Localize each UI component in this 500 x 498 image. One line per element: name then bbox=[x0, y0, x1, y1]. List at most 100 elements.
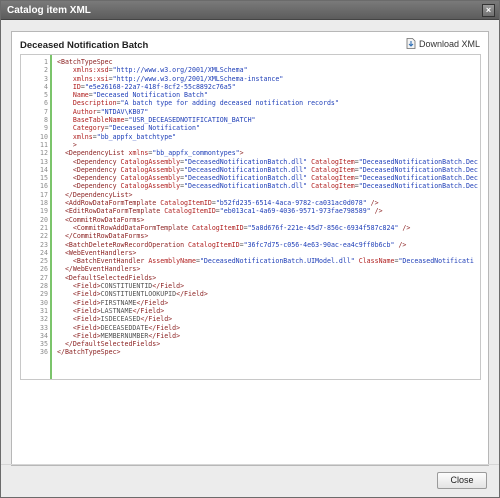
code-token: <Field> bbox=[57, 282, 101, 291]
line-number: 19 bbox=[40, 207, 48, 216]
code-token: CatalogItemID bbox=[160, 199, 212, 208]
line-number: 14 bbox=[40, 165, 48, 174]
code-line: 22 </CommitRowDataForms> bbox=[21, 232, 480, 240]
line-number: 7 bbox=[44, 107, 48, 116]
code-text: xmlns:xsi="http://www.w3.org/2001/XMLSch… bbox=[57, 75, 283, 83]
footer-divider bbox=[1, 464, 499, 465]
code-token: </DependencyList> bbox=[57, 190, 133, 199]
code-token: BaseTableName bbox=[57, 116, 125, 125]
code-token: "bb_appfx_commontypes" bbox=[152, 149, 240, 158]
download-xml-button[interactable]: Download XML bbox=[406, 38, 480, 49]
code-token: <Field> bbox=[57, 331, 101, 340]
code-token: /> bbox=[394, 240, 407, 249]
code-line: 7 Author="NTDAV\KB07" bbox=[21, 108, 480, 116]
code-token: "DeceasedNotificationBatch.dll" bbox=[184, 165, 312, 174]
code-token: <DependencyList bbox=[57, 149, 129, 158]
code-token: CatalogItemID bbox=[191, 223, 244, 232]
code-text: Name="Deceased Notification Batch" bbox=[57, 91, 208, 99]
code-token: <Field> bbox=[57, 298, 101, 307]
code-token: <Dependency bbox=[57, 174, 121, 183]
code-token: "DeceasedNotificationBatch.Dec bbox=[358, 182, 478, 191]
line-number: 20 bbox=[40, 215, 48, 224]
code-token: <CommitRowDataForms> bbox=[57, 215, 145, 224]
line-number: 2 bbox=[44, 66, 48, 75]
code-token: Author bbox=[57, 107, 97, 116]
code-text: <WebEventHandlers> bbox=[57, 249, 136, 257]
code-token: </Field> bbox=[140, 315, 173, 324]
code-line: 33 <Field>DECEASEDDATE</Field> bbox=[21, 324, 480, 332]
code-token: "NTDAV\KB07" bbox=[100, 107, 149, 116]
code-token: <BatchTypeSpec bbox=[57, 58, 113, 66]
line-number: 1 bbox=[44, 58, 48, 66]
code-token: "USR_DECEASEDNOTIFICATION_BATCH" bbox=[128, 116, 256, 125]
code-token: xmlns:xsd bbox=[57, 66, 109, 75]
line-number: 6 bbox=[44, 99, 48, 108]
code-text: <BatchTypeSpec bbox=[57, 58, 113, 66]
code-line: 30 <Field>FIRSTNAME</Field> bbox=[21, 299, 480, 307]
code-token: "Deceased Notification Batch" bbox=[92, 91, 208, 100]
code-line: 26 </WebEventHandlers> bbox=[21, 265, 480, 273]
code-text: > bbox=[57, 141, 77, 149]
line-number: 9 bbox=[44, 124, 48, 133]
code-token: "bb_appfx_batchtype" bbox=[96, 132, 177, 141]
code-token: CONSTITUENTLOOKUPID bbox=[100, 290, 177, 299]
code-token: "5a8d676f-221e-45d7-856c-6934f587c824" bbox=[247, 223, 399, 232]
code-token: </BatchTypeSpec> bbox=[57, 348, 121, 357]
code-token: Description bbox=[57, 99, 117, 108]
panel-title: Deceased Notification Batch bbox=[20, 40, 149, 51]
code-line: 20 <CommitRowDataForms> bbox=[21, 216, 480, 224]
code-line: 31 <Field>LASTNAME</Field> bbox=[21, 307, 480, 315]
code-token: CatalogAssembly bbox=[120, 182, 181, 191]
line-number: 15 bbox=[40, 174, 48, 183]
close-icon[interactable]: × bbox=[482, 4, 495, 17]
code-token: "DeceasedNotificationBatch.dll" bbox=[184, 157, 312, 166]
code-text: <DefaultSelectedFields> bbox=[57, 274, 156, 282]
code-line: 17 </DependencyList> bbox=[21, 191, 480, 199]
code-token: "DeceasedNotificationBatch.dll" bbox=[184, 182, 312, 191]
code-text: <EditRowDataFormTemplate CatalogItemID="… bbox=[57, 207, 383, 215]
code-line: 35 </DefaultSelectedFields> bbox=[21, 340, 480, 348]
code-token: CatalogItem bbox=[311, 157, 355, 166]
code-token: <Field> bbox=[57, 323, 101, 332]
panel-header: Deceased Notification Batch Download XML bbox=[12, 32, 488, 54]
code-token: <EditRowDataFormTemplate bbox=[57, 207, 165, 216]
code-token: </Field> bbox=[132, 306, 165, 315]
code-token: CatalogItem bbox=[311, 165, 355, 174]
xml-code-editor[interactable]: 1 <BatchTypeSpec 2 xmlns:xsd="http://www.w… bbox=[20, 54, 481, 380]
code-text: <Field>LASTNAME</Field> bbox=[57, 307, 164, 315]
code-token: CatalogItem bbox=[311, 182, 355, 191]
code-token: /> bbox=[366, 199, 379, 208]
title-bar[interactable]: Catalog item XML × bbox=[1, 1, 499, 20]
line-number: 35 bbox=[40, 340, 48, 349]
close-button[interactable]: Close bbox=[437, 472, 487, 489]
code-text: <BatchDeleteRowRecordOperation CatalogIt… bbox=[57, 241, 406, 249]
code-token: ClassName bbox=[358, 257, 395, 266]
code-text: <Field>CONSTITUENTID</Field> bbox=[57, 282, 184, 290]
code-text: <BatchEventHandler AssemblyName="Decease… bbox=[57, 257, 474, 265]
code-text: ID="e5e26168-22a7-418f-8cf2-55c8892c76a5… bbox=[57, 83, 236, 91]
code-token: CatalogAssembly bbox=[120, 165, 181, 174]
line-number: 17 bbox=[40, 190, 48, 199]
line-number: 26 bbox=[40, 265, 48, 274]
code-text: </CommitRowDataForms> bbox=[57, 232, 148, 240]
code-line: 34 <Field>MEMBERNUMBER</Field> bbox=[21, 332, 480, 340]
code-line: 27 <DefaultSelectedFields> bbox=[21, 274, 480, 282]
line-number: 10 bbox=[40, 132, 48, 141]
code-token: </Field> bbox=[136, 298, 169, 307]
line-number: 34 bbox=[40, 331, 48, 340]
code-token: > bbox=[239, 149, 244, 158]
code-line: 14 <Dependency CatalogAssembly="Deceased… bbox=[21, 166, 480, 174]
code-line: 2 xmlns:xsd="http://www.w3.org/2001/XMLS… bbox=[21, 66, 480, 74]
code-line: 15 <Dependency CatalogAssembly="Deceased… bbox=[21, 174, 480, 182]
line-number: 36 bbox=[40, 348, 48, 357]
line-number: 4 bbox=[44, 82, 48, 91]
code-token: <Field> bbox=[57, 290, 101, 299]
code-line: 8 BaseTableName="USR_DECEASEDNOTIFICATIO… bbox=[21, 116, 480, 124]
code-token: AssemblyName bbox=[148, 257, 196, 266]
line-number: 18 bbox=[40, 199, 48, 208]
code-line: 24 <WebEventHandlers> bbox=[21, 249, 480, 257]
code-token: Name bbox=[57, 91, 89, 100]
line-number: 27 bbox=[40, 273, 48, 282]
code-token: <Dependency bbox=[57, 165, 121, 174]
code-line: 25 <BatchEventHandler AssemblyName="Dece… bbox=[21, 257, 480, 265]
